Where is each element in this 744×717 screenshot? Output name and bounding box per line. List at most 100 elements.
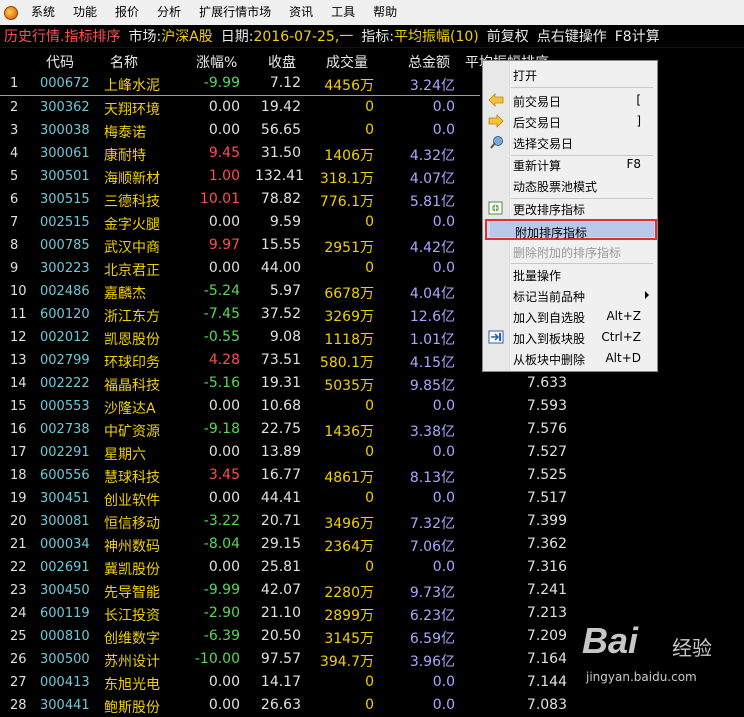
change-percent: -7.45 — [203, 306, 240, 322]
indicator-value: 7.164 — [526, 651, 567, 667]
col-amount[interactable]: 总金额 — [408, 52, 450, 72]
ctx-pool-mode[interactable]: 动态股票池模式 — [483, 175, 657, 196]
menu-system[interactable]: 系统 — [22, 0, 64, 25]
ctx-add-block[interactable]: 加入到板块股 Ctrl+Z — [483, 327, 657, 348]
stock-code: 600119 — [40, 606, 90, 621]
indicator-value: 7.083 — [526, 697, 567, 713]
amount: 0.0 — [432, 260, 455, 276]
volume: 3145万 — [324, 631, 374, 647]
ctx-add-indicator[interactable]: 附加排序指标 — [485, 219, 657, 242]
table-row[interactable]: 18 600556 慧球科技 3.45 16.77 4861万 8.13亿 7.525 — [0, 464, 744, 487]
amount: 0.0 — [432, 674, 455, 690]
table-row[interactable]: 16 002738 中矿资源 -9.18 22.75 1436万 3.38亿 7.576 — [0, 418, 744, 441]
indicator-value: 7.209 — [526, 628, 567, 644]
app-logo-icon — [4, 5, 18, 20]
col-volume[interactable]: 成交量 — [326, 52, 368, 72]
volume: 0 — [365, 99, 374, 115]
indicator-value: 7.241 — [526, 582, 567, 598]
volume: 3496万 — [324, 516, 374, 532]
menu-analysis[interactable]: 分析 — [148, 0, 190, 25]
row-number: 13 — [10, 353, 27, 368]
col-change[interactable]: 涨幅% — [196, 52, 237, 72]
menu-quote[interactable]: 报价 — [106, 0, 148, 25]
table-row[interactable]: 19 300451 创业软件 0.00 44.41 0 0.0 7.517 — [0, 487, 744, 510]
row-number: 5 — [10, 169, 19, 184]
table-row[interactable]: 14 002222 福晶科技 -5.16 19.31 5035万 9.85亿 7.633 — [0, 372, 744, 395]
row-number: 25 — [10, 629, 27, 644]
date-value[interactable]: 2016-07-25,一 — [253, 26, 353, 46]
submenu-arrow-icon — [645, 291, 649, 299]
volume: 0 — [365, 398, 374, 414]
menu-function[interactable]: 功能 — [64, 0, 106, 25]
ctx-change-indicator[interactable]: 更改排序指标 — [483, 198, 657, 219]
amount: 0.0 — [432, 122, 455, 138]
col-close[interactable]: 收盘 — [268, 52, 296, 72]
table-row[interactable]: 15 000553 沙隆达A 0.00 10.68 0 0.0 7.593 — [0, 395, 744, 418]
col-code[interactable]: 代码 — [46, 52, 74, 72]
menu-tools[interactable]: 工具 — [322, 0, 364, 25]
ctx-remove-indicator[interactable]: 删除附加的排序指标 — [483, 241, 657, 262]
close-price: 5.97 — [269, 283, 301, 299]
market-value[interactable]: 沪深A股 — [161, 26, 213, 46]
volume: 2280万 — [324, 585, 374, 601]
volume: 1406万 — [324, 148, 374, 164]
row-number: 15 — [10, 399, 27, 414]
close-price: 42.07 — [260, 582, 301, 598]
close-price: 20.50 — [260, 628, 301, 644]
amount: 6.59亿 — [409, 631, 455, 647]
menu-help[interactable]: 帮助 — [364, 0, 406, 25]
table-row[interactable]: 22 002691 冀凯股份 0.00 25.81 0 0.0 7.316 — [0, 556, 744, 579]
col-name[interactable]: 名称 — [110, 52, 138, 72]
ctx-next-day[interactable]: 后交易日 ] — [483, 111, 657, 132]
amount: 0.0 — [432, 490, 455, 506]
menu-news[interactable]: 资讯 — [280, 0, 322, 25]
stock-name: 长江投资 — [104, 608, 160, 624]
ctx-batch[interactable]: 批量操作 — [483, 264, 657, 285]
stock-code: 300441 — [40, 698, 90, 713]
table-row[interactable]: 23 300450 先导智能 -9.99 42.07 2280万 9.73亿 7.241 — [0, 579, 744, 602]
stock-name: 先导智能 — [104, 585, 160, 601]
ctx-recalc[interactable]: 重新计算 F8 — [483, 154, 657, 175]
volume: 3269万 — [324, 309, 374, 325]
table-row[interactable]: 17 002291 星期六 0.00 13.89 0 0.0 7.527 — [0, 441, 744, 464]
table-row[interactable]: 1 000672 上峰水泥 -9.99 7.12 4456万 3.24亿 — [0, 72, 480, 96]
row-number: 17 — [10, 445, 27, 460]
change-percent: 9.97 — [208, 237, 240, 253]
ctx-prev-day[interactable]: 前交易日 [ — [483, 90, 657, 111]
amount: 0.0 — [432, 559, 455, 575]
amount: 3.38亿 — [409, 424, 455, 440]
stock-code: 300061 — [40, 146, 90, 161]
change-percent: 10.01 — [199, 191, 240, 207]
volume: 0 — [365, 674, 374, 690]
stock-code: 000810 — [40, 629, 90, 644]
stock-code: 002222 — [40, 376, 90, 391]
baidu-watermark: Bai 经验 jingyan.baidu.com — [580, 618, 740, 708]
table-row[interactable]: 20 300081 恒信移动 -3.22 20.71 3496万 7.32亿 7.399 — [0, 510, 744, 533]
row-number: 6 — [10, 192, 19, 207]
table-row[interactable]: 21 000034 神州数码 -8.04 29.15 2364万 7.06亿 7.362 — [0, 533, 744, 556]
change-percent: -9.99 — [203, 582, 240, 598]
ctx-recalc-shortcut: F8 — [626, 157, 641, 171]
volume: 1118万 — [324, 332, 374, 348]
adjust-mode[interactable]: 前复权 — [487, 26, 529, 46]
volume: 0 — [365, 490, 374, 506]
volume: 580.1万 — [319, 355, 374, 371]
menu-extended-market[interactable]: 扩展行情市场 — [190, 0, 280, 25]
close-price: 25.81 — [260, 559, 301, 575]
amount: 4.07亿 — [409, 171, 455, 187]
ctx-open[interactable]: 打开 — [483, 64, 657, 85]
ctx-remove-block[interactable]: 从板块中删除 Alt+D — [483, 348, 657, 369]
indicator-value[interactable]: 平均振幅(10) — [394, 26, 479, 46]
ctx-mark[interactable]: 标记当前品种 — [483, 285, 657, 306]
indicator-label: 指标: — [361, 29, 394, 45]
close-price: 19.42 — [260, 99, 301, 115]
change-percent: 0.00 — [208, 490, 240, 506]
ctx-add-favorite[interactable]: 加入到自选股 Alt+Z — [483, 306, 657, 327]
stock-code: 000672 — [40, 76, 90, 91]
ctx-pick-day[interactable]: 选择交易日 — [483, 132, 657, 153]
volume: 2899万 — [324, 608, 374, 624]
volume: 5035万 — [324, 378, 374, 394]
indicator-value: 7.633 — [526, 375, 567, 391]
stock-code: 002012 — [40, 330, 90, 345]
add-to-block-icon — [488, 330, 504, 344]
